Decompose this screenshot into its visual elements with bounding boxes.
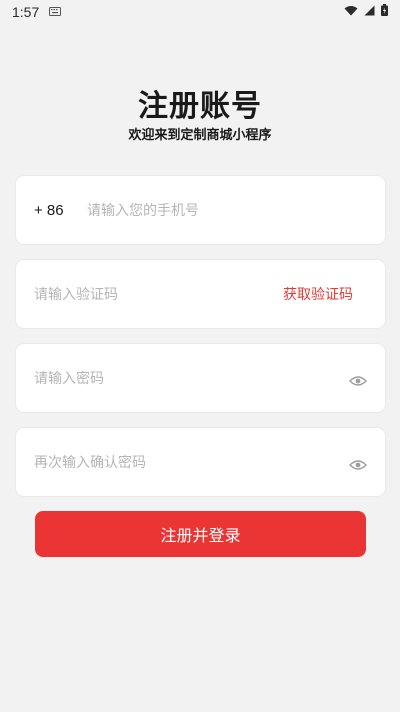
password-input[interactable]: 请输入密码 [34, 368, 349, 388]
phone-input[interactable]: 请输入您的手机号 [87, 200, 367, 220]
verification-code-field[interactable]: 请输入验证码 获取验证码 [16, 260, 385, 328]
page-title: 注册账号 [138, 89, 262, 124]
status-time: 1:57 [12, 4, 40, 20]
phone-field[interactable]: + 86 请输入您的手机号 [16, 176, 385, 244]
country-code[interactable]: + 86 [34, 202, 87, 219]
register-screen: 1:57 注册账号 欢迎来到定制商城小程序 + 86 请输入您的手机号 请输入验… [0, 0, 400, 712]
password-field[interactable]: 请输入密码 [16, 344, 385, 412]
verification-code-input[interactable]: 请输入验证码 [34, 284, 283, 304]
keyboard-icon [49, 5, 62, 20]
battery-icon [381, 4, 388, 20]
register-login-button[interactable]: 注册并登录 [35, 511, 366, 557]
page-subtitle: 欢迎来到定制商城小程序 [128, 128, 272, 143]
confirm-password-input[interactable]: 再次输入确认密码 [34, 452, 349, 472]
status-bar: 1:57 [0, 0, 400, 24]
eye-icon[interactable] [349, 372, 367, 386]
signal-icon [364, 5, 375, 20]
eye-icon[interactable] [349, 456, 367, 470]
wifi-icon [344, 5, 358, 20]
page-header: 注册账号 欢迎来到定制商城小程序 [0, 90, 400, 144]
confirm-password-field[interactable]: 再次输入确认密码 [16, 428, 385, 496]
get-code-button[interactable]: 获取验证码 [283, 284, 353, 304]
